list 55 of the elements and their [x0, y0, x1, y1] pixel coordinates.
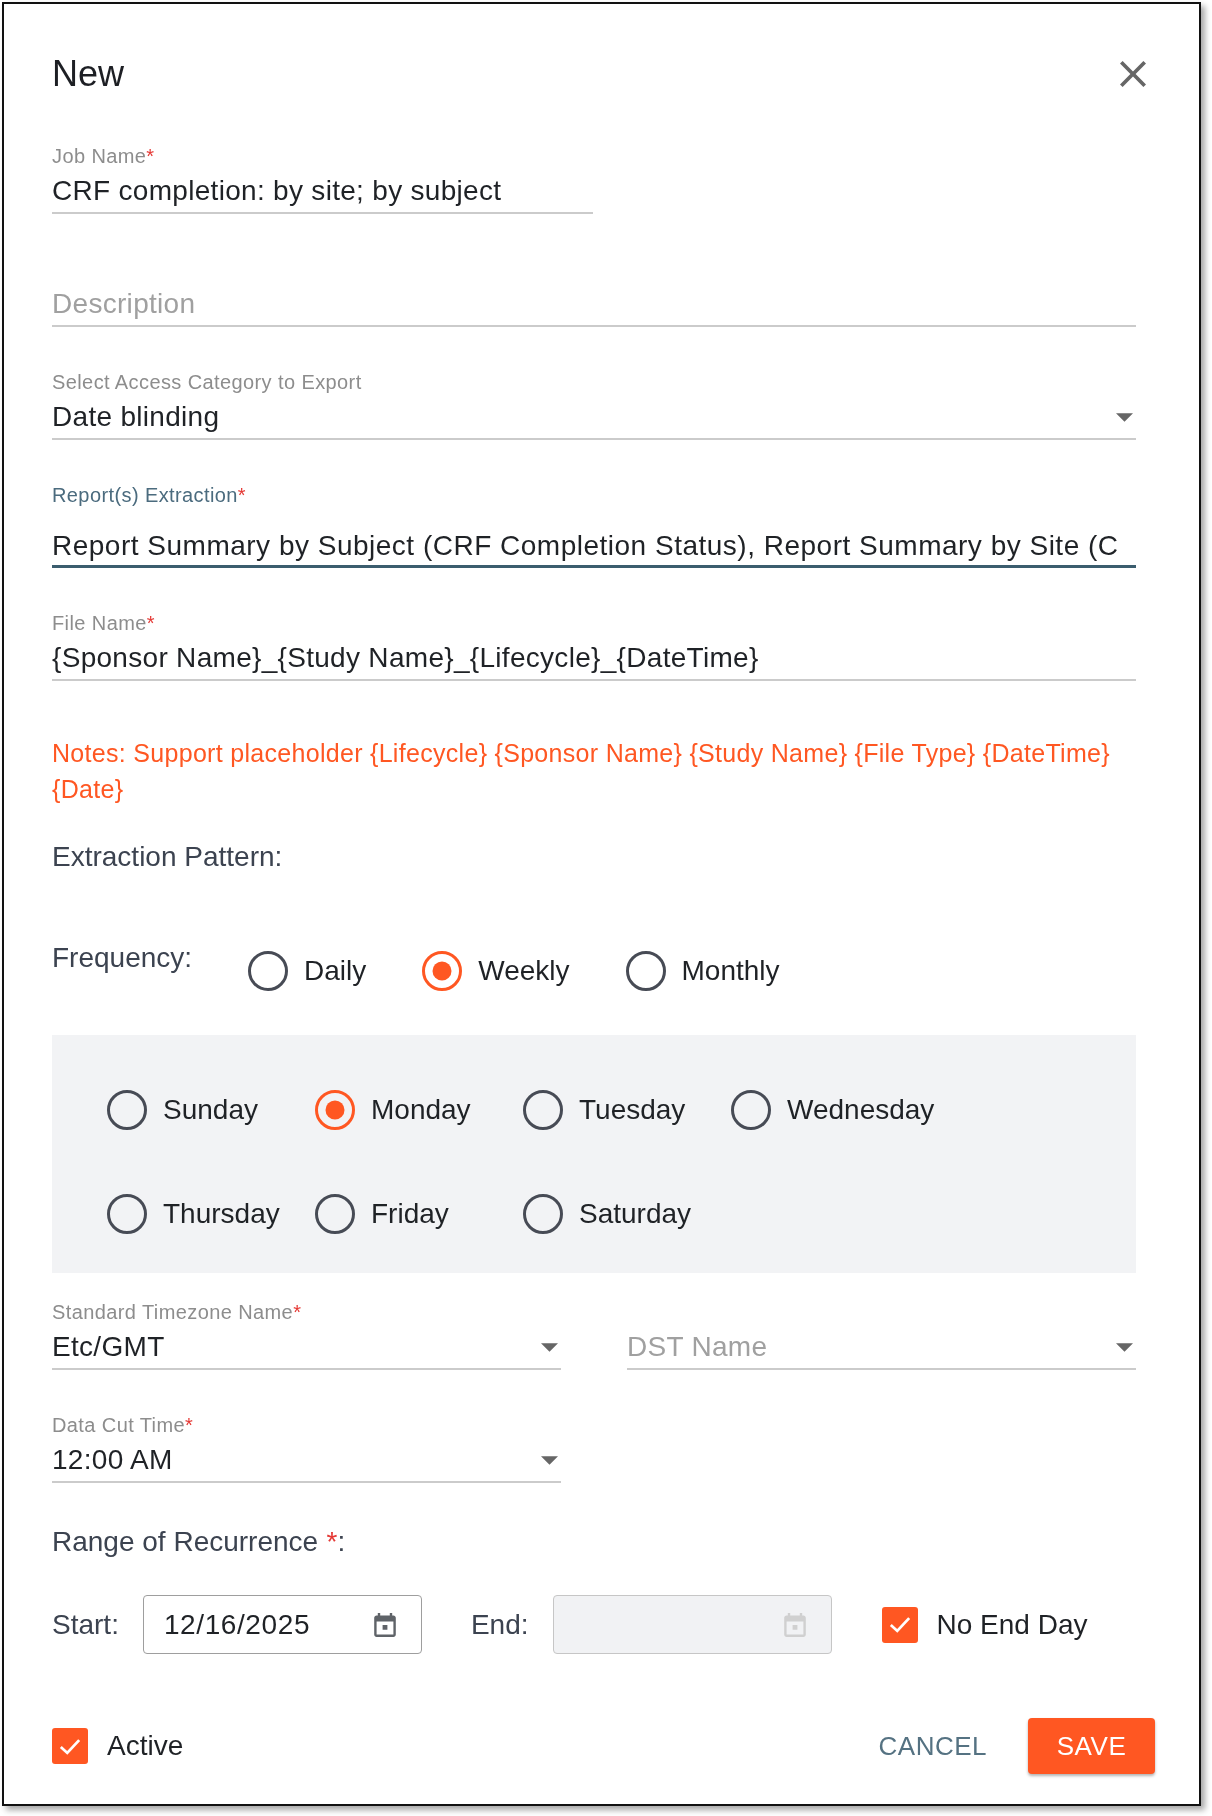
field-label: Data Cut Time* — [52, 1414, 195, 1436]
radio-label[interactable]: Wednesday — [787, 1093, 935, 1127]
multi-select-field[interactable]: Report Summary by Subject (CRF Completion Status), Report Summary by Site (C — [52, 528, 1136, 568]
radio-button[interactable] — [422, 951, 463, 991]
section-heading: Extraction Pattern: — [52, 840, 284, 874]
caret-icon — [541, 1342, 558, 1352]
close-button[interactable] — [1120, 61, 1146, 87]
text-field[interactable]: {Sponsor Name}_{Study Name}_{Lifecycle}_{DateTime} — [52, 640, 1136, 681]
radio-label[interactable]: Daily — [304, 954, 367, 988]
field-label: End: — [470, 1607, 529, 1642]
radio-button[interactable] — [107, 1090, 147, 1130]
calendar-icon — [373, 1612, 396, 1637]
checkbox[interactable] — [52, 1728, 88, 1764]
select-field[interactable]: Date blinding — [52, 399, 1136, 440]
radio-button[interactable] — [315, 1090, 355, 1130]
radio-label[interactable]: Tuesday — [579, 1093, 686, 1127]
close-icon — [1120, 61, 1146, 87]
radio-button[interactable] — [523, 1194, 563, 1234]
cancel-button[interactable]: CANCEL — [862, 1718, 1003, 1774]
field-label: Frequency: — [52, 943, 194, 973]
checkbox-label[interactable]: Active — [107, 1729, 184, 1763]
checkbox-label[interactable]: No End Day — [936, 1607, 1088, 1642]
radio-label[interactable]: Thursday — [163, 1197, 280, 1231]
select-field[interactable]: Etc/GMT — [52, 1329, 561, 1370]
field-label: Select Access Category to Export — [52, 371, 363, 393]
note-text: Notes: Support placeholder {Lifecycle} {Sponsor Name} {Study Name} {File Type} {DateTime} {Date} — [52, 738, 1111, 805]
caret-icon — [1116, 412, 1133, 422]
radio-label[interactable]: Weekly — [478, 954, 570, 988]
date-field[interactable]: 12/16/2025 — [142, 1595, 422, 1654]
field-label: Job Name* — [52, 145, 156, 167]
radio-button[interactable] — [625, 951, 666, 991]
check-icon — [59, 1737, 81, 1755]
field-label: Report(s) Extraction* — [52, 484, 248, 506]
radio-label[interactable]: Saturday — [579, 1197, 692, 1231]
radio-button[interactable] — [107, 1194, 147, 1234]
radio-button[interactable] — [523, 1090, 563, 1130]
field-label: Standard Timezone Name* — [52, 1301, 303, 1323]
radio-button[interactable] — [248, 951, 288, 991]
field-label: File Name* — [52, 612, 156, 634]
calendar-icon — [783, 1612, 806, 1637]
radio-label[interactable]: Monthly — [681, 954, 780, 988]
field-label: Start: — [52, 1607, 119, 1642]
radio-label[interactable]: Monday — [371, 1093, 471, 1127]
caret-icon — [541, 1455, 558, 1465]
check-icon — [888, 1616, 911, 1633]
radio-button[interactable] — [315, 1194, 355, 1234]
caret-icon — [1116, 1342, 1133, 1352]
radio-label[interactable]: Friday — [371, 1197, 449, 1231]
select-field[interactable]: 12:00 AM — [52, 1442, 561, 1483]
text-field[interactable]: CRF completion: by site; by subject — [52, 173, 593, 214]
radio-label[interactable]: Sunday — [163, 1093, 258, 1127]
dialog-title: New — [52, 54, 125, 94]
radio-button[interactable] — [731, 1090, 771, 1130]
checkbox[interactable] — [881, 1606, 918, 1643]
section-heading: Range of Recurrence *: — [52, 1525, 347, 1559]
